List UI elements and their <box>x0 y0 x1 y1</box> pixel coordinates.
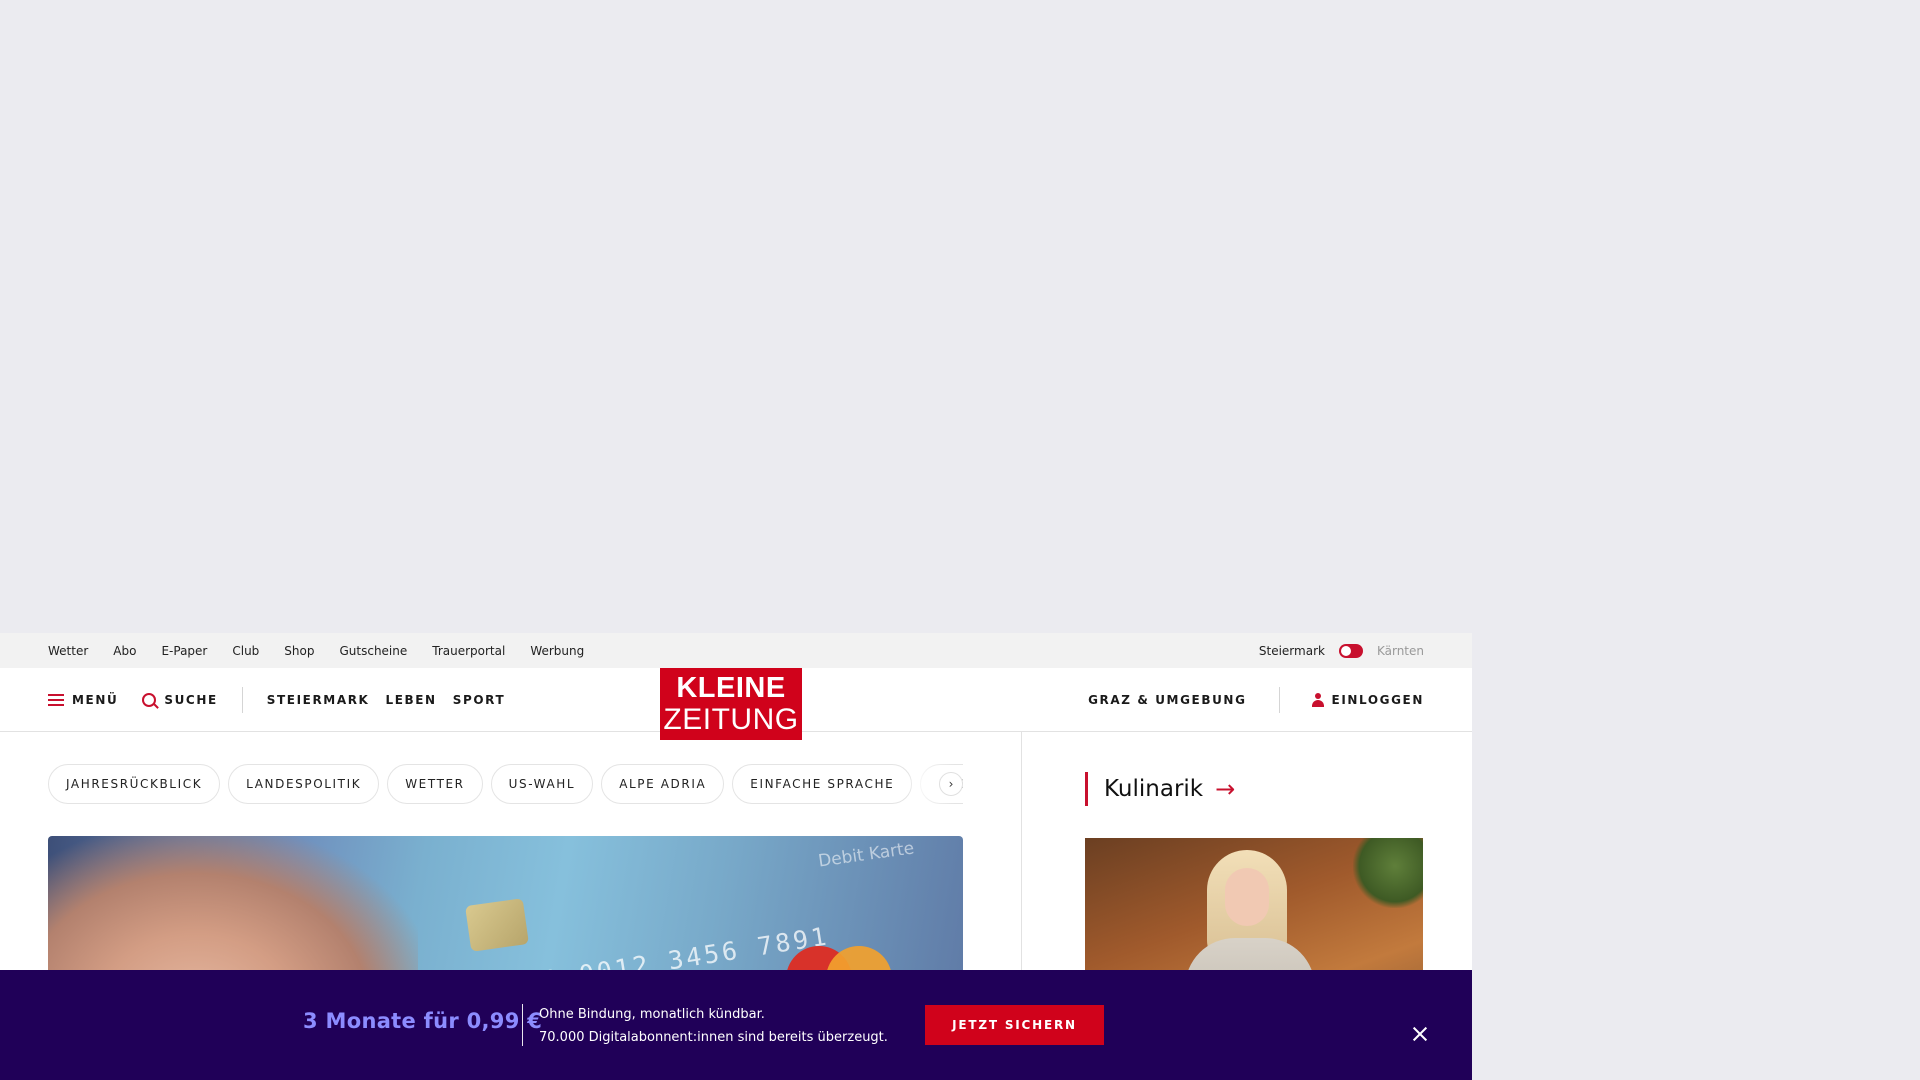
plant-graphic <box>1353 838 1423 908</box>
nav-graz-umgebung[interactable]: GRAZ & UMGEBUNG <box>1088 693 1246 707</box>
logo-line-2: ZEITUNG <box>663 703 799 736</box>
card-label: Debit Karte <box>817 838 916 872</box>
jetzt-sichern-button[interactable]: JETZT SICHERN <box>925 1005 1104 1045</box>
promo-price: 3 Monate für 0,99 € <box>303 1009 543 1033</box>
service-link-gutscheine[interactable]: Gutscheine <box>339 644 407 658</box>
chip-landespolitik[interactable]: LANDESPOLITIK <box>228 764 380 804</box>
service-link-club[interactable]: Club <box>232 644 259 658</box>
ad-placeholder <box>0 0 1920 633</box>
person-face-graphic <box>1225 868 1269 926</box>
header-left: MENÜ SUCHE STEIERMARK LEBEN SPORT <box>48 686 505 713</box>
promo-text: Ohne Bindung, monatlich kündbar. 70.000 … <box>539 1003 888 1049</box>
region-kaernten[interactable]: Kärnten <box>1377 644 1424 658</box>
user-icon <box>1311 693 1324 707</box>
close-icon[interactable] <box>1408 1022 1432 1046</box>
logo-line-1: KLEINE <box>676 672 786 704</box>
menu-button[interactable]: MENÜ <box>48 693 118 707</box>
service-link-abo[interactable]: Abo <box>113 644 136 658</box>
chip-jahresrueckblick[interactable]: JAHRESRÜCKBLICK <box>48 764 221 804</box>
card-chip-graphic <box>465 898 529 952</box>
header-divider-right <box>1278 687 1280 713</box>
region-switch: Steiermark Kärnten <box>1259 643 1424 658</box>
promo-line-2: 70.000 Digitalabonnent:innen sind bereit… <box>539 1030 888 1045</box>
service-link-epaper[interactable]: E-Paper <box>161 644 207 658</box>
topic-chips: JAHRESRÜCKBLICK LANDESPOLITIK WETTER US-… <box>48 764 963 804</box>
nav-steiermark[interactable]: STEIERMARK <box>267 693 370 707</box>
search-icon <box>142 692 157 707</box>
search-button[interactable]: SUCHE <box>142 692 218 707</box>
main-header: MENÜ SUCHE STEIERMARK LEBEN SPORT KLEINE… <box>0 668 1472 740</box>
promo-line-1: Ohne Bindung, monatlich kündbar. <box>539 1007 765 1022</box>
service-link-trauerportal[interactable]: Trauerportal <box>432 644 505 658</box>
promo-divider <box>522 1004 523 1046</box>
login-label: EINLOGGEN <box>1331 693 1424 707</box>
service-links: Wetter Abo E-Paper Club Shop Gutscheine … <box>48 644 584 658</box>
sidebar-title: Kulinarik <box>1104 776 1204 802</box>
menu-label: MENÜ <box>72 692 119 707</box>
service-bar: Wetter Abo E-Paper Club Shop Gutscheine … <box>0 633 1472 668</box>
region-steiermark[interactable]: Steiermark <box>1259 644 1325 658</box>
nav-leben[interactable]: LEBEN <box>385 693 436 707</box>
chip-wetter[interactable]: WETTER <box>387 764 483 804</box>
nav-sport[interactable]: SPORT <box>453 693 506 707</box>
hamburger-icon <box>48 693 64 706</box>
main-nav: STEIERMARK LEBEN SPORT <box>267 693 505 707</box>
login-button[interactable]: EINLOGGEN <box>1311 693 1424 707</box>
chevron-right-icon[interactable]: › <box>939 772 963 796</box>
arrow-right-icon: → <box>1215 775 1236 803</box>
header-right: GRAZ & UMGEBUNG EINLOGGEN <box>1088 668 1424 732</box>
region-toggle[interactable] <box>1338 643 1363 658</box>
chip-einfache-sprache[interactable]: EINFACHE SPRACHE <box>732 764 913 804</box>
site-logo[interactable]: KLEINE ZEITUNG <box>660 668 802 740</box>
service-link-werbung[interactable]: Werbung <box>530 644 584 658</box>
subscription-banner: 3 Monate für 0,99 € Ohne Bindung, monatl… <box>0 970 1472 1080</box>
service-link-shop[interactable]: Shop <box>284 644 314 658</box>
chip-alpe-adria[interactable]: ALPE ADRIA <box>601 764 725 804</box>
search-label: SUCHE <box>164 692 218 707</box>
header-divider <box>241 686 243 713</box>
sidebar-section-header[interactable]: Kulinarik → <box>1085 772 1424 806</box>
service-link-wetter[interactable]: Wetter <box>48 644 88 658</box>
chip-us-wahl[interactable]: US-WAHL <box>490 764 594 804</box>
